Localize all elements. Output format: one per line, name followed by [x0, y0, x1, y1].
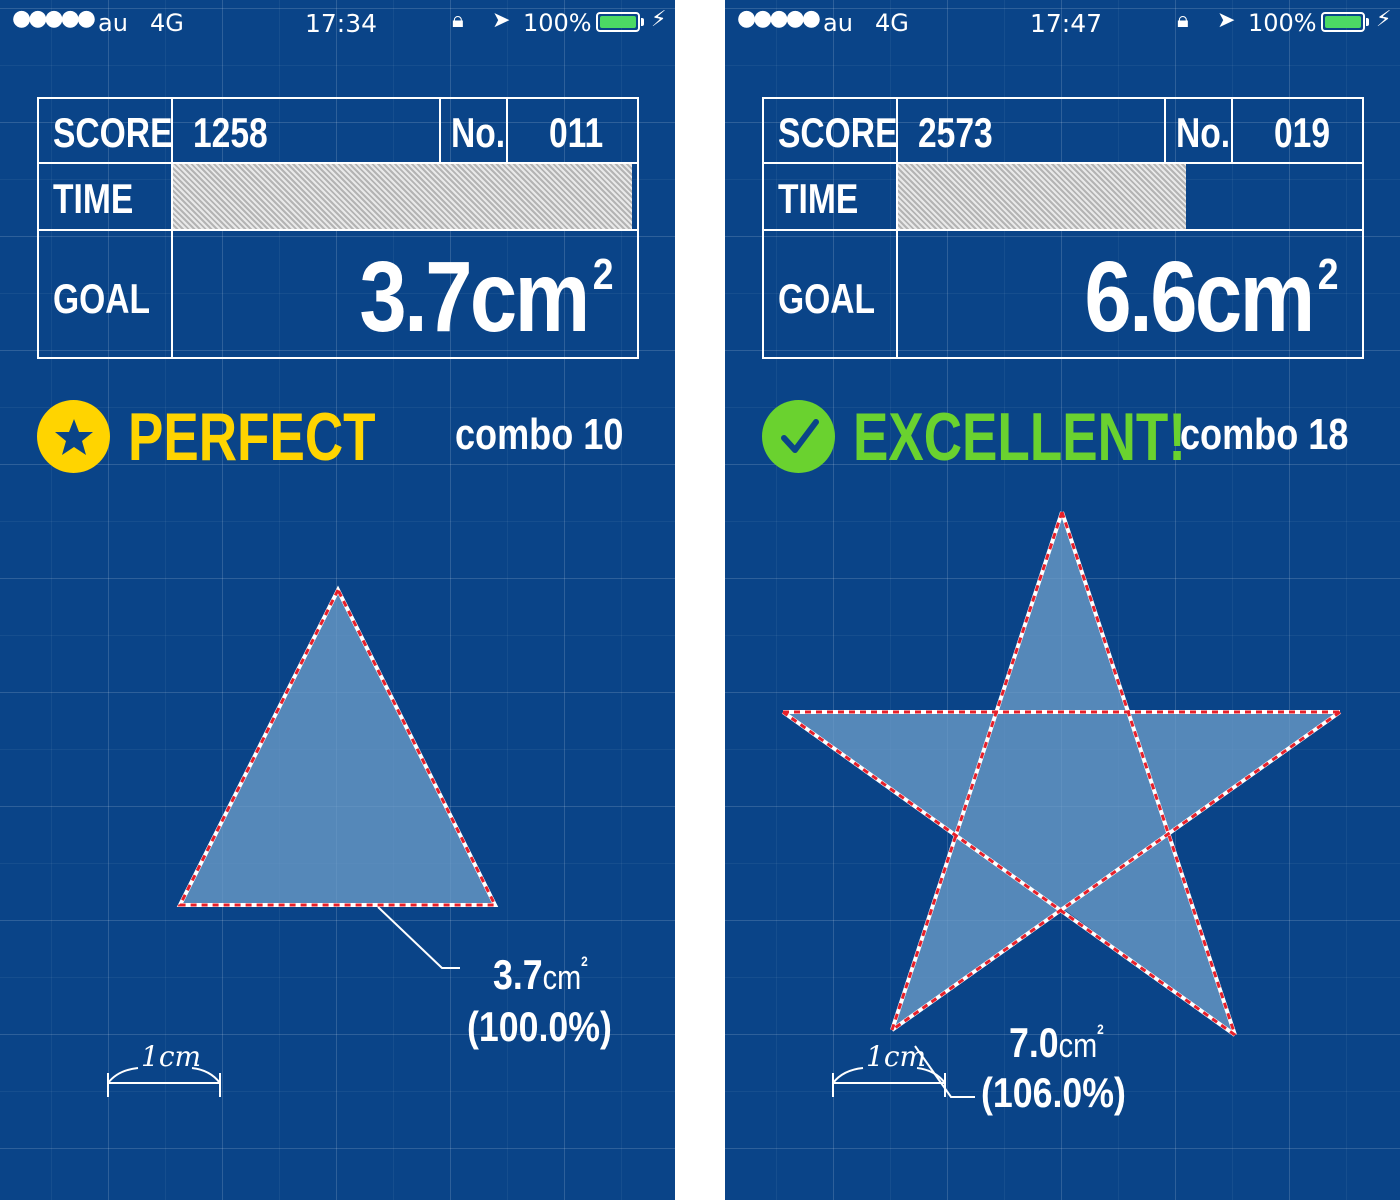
scale-label: 1cm — [866, 1040, 927, 1073]
area-measurement: 3.7cm2 — [493, 954, 588, 996]
area-unit: cm — [1058, 1027, 1098, 1065]
drawing-canvas[interactable] — [725, 0, 1400, 1200]
area-percentage: (106.0%) — [981, 1069, 1126, 1116]
drawn-triangle — [180, 590, 495, 905]
area-leader-line — [377, 906, 460, 969]
area-percentage: (100.0%) — [467, 1003, 612, 1050]
area-unit: cm — [542, 959, 582, 997]
game-screen-right: ●●●●● au 4G 17:47 🔒︎ ➤ 100% ⚡︎ SCORE 257… — [725, 0, 1400, 1200]
game-screen-left: ●●●●● au 4G 17:34 🔒︎ ➤ 100% ⚡︎ SCORE 125… — [0, 0, 675, 1200]
area-measurement: 7.0cm2 — [1009, 1022, 1104, 1064]
area-unit-superscript: 2 — [1097, 1021, 1104, 1037]
scale-label: 1cm — [141, 1040, 202, 1073]
measured-area: 7.0 — [1009, 1019, 1059, 1066]
measured-area: 3.7 — [493, 951, 543, 998]
area-unit-superscript: 2 — [581, 953, 588, 969]
